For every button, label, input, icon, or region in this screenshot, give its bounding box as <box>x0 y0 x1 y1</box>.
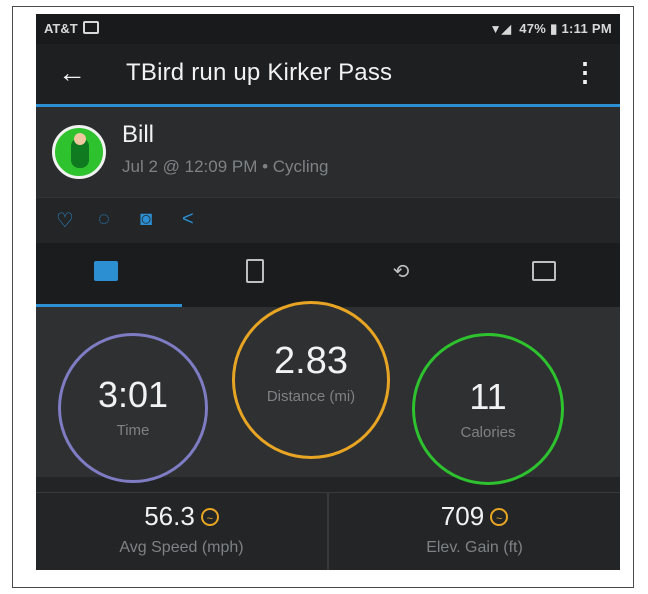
arrow-left-icon[interactable]: ← <box>58 57 86 89</box>
time-ring: 3:01 Time <box>58 333 208 483</box>
battery-icon: ▮ <box>550 21 558 36</box>
message-icon <box>82 21 99 34</box>
heart-icon[interactable]: ♡ <box>56 208 74 233</box>
tab-stats[interactable] <box>474 243 620 307</box>
social-bar: ♡ ◌ ◙ < <box>36 197 620 244</box>
tab-bar: ⟲ <box>36 243 620 307</box>
loop-icon: ⟲ <box>392 261 410 283</box>
distance-label: Distance (mi) <box>266 388 356 405</box>
status-bar: AT&T ▼◢ 47% ▮ 1:11 PM <box>36 14 620 44</box>
app-bar: ← TBird run up Kirker Pass ⋮ <box>36 44 620 107</box>
activity-header: Bill Jul 2 @ 12:09 PM • Cycling <box>36 107 620 197</box>
chart-icon <box>94 261 118 281</box>
tab-details[interactable] <box>182 243 328 307</box>
avatar-head <box>74 133 86 145</box>
avatar[interactable] <box>52 125 106 179</box>
carrier-label: AT&T <box>44 21 99 36</box>
time-label: Time <box>116 422 150 439</box>
document-icon <box>246 259 264 283</box>
time-value: 3:01 <box>97 374 169 415</box>
avg-speed-value: 56.3 <box>144 501 195 531</box>
phone-screen: AT&T ▼◢ 47% ▮ 1:11 PM ← TBird run up Kir… <box>36 14 620 570</box>
signal-icon: ▼◢ <box>489 22 512 36</box>
stats-panel: 3:01 Time 11 Calories 2.83 Distance (mi) <box>36 301 620 485</box>
metrics-row: 56.3 ~ Avg Speed (mph) 709 ~ Elev. Gain (f… <box>36 492 620 570</box>
more-vertical-icon[interactable]: ⋮ <box>572 57 598 88</box>
user-name[interactable]: Bill <box>122 121 154 149</box>
calories-ring: 11 Calories <box>412 333 564 485</box>
elevation-badge-icon[interactable]: ~ <box>490 508 509 526</box>
calories-value: 11 <box>469 376 507 417</box>
distance-ring: 2.83 Distance (mi) <box>232 301 390 459</box>
tab-summary[interactable] <box>36 243 182 307</box>
tab-laps[interactable]: ⟲ <box>328 243 474 307</box>
share-icon[interactable]: < <box>182 208 194 231</box>
avg-speed-metric: 56.3 ~ Avg Speed (mph) <box>36 493 327 570</box>
comment-icon[interactable]: ◌ <box>98 208 110 231</box>
graph-icon <box>532 261 556 281</box>
elev-gain-label: Elev. Gain (ft) <box>426 539 523 556</box>
clock: 1:11 PM <box>561 21 612 36</box>
speed-badge-icon[interactable]: ~ <box>200 508 219 526</box>
page-title: TBird run up Kirker Pass <box>126 59 393 86</box>
elev-gain-metric: 709 ~ Elev. Gain (ft) <box>329 493 620 570</box>
battery-level: 47% <box>519 21 547 36</box>
avg-speed-label: Avg Speed (mph) <box>119 539 244 556</box>
status-right: ▼◢ 47% ▮ 1:11 PM <box>490 21 612 37</box>
distance-value: 2.83 <box>274 340 348 382</box>
calories-label: Calories <box>460 424 516 441</box>
camera-icon[interactable]: ◙ <box>140 208 152 231</box>
elev-gain-value: 709 <box>440 501 485 531</box>
activity-meta: Jul 2 @ 12:09 PM • Cycling <box>122 157 329 176</box>
